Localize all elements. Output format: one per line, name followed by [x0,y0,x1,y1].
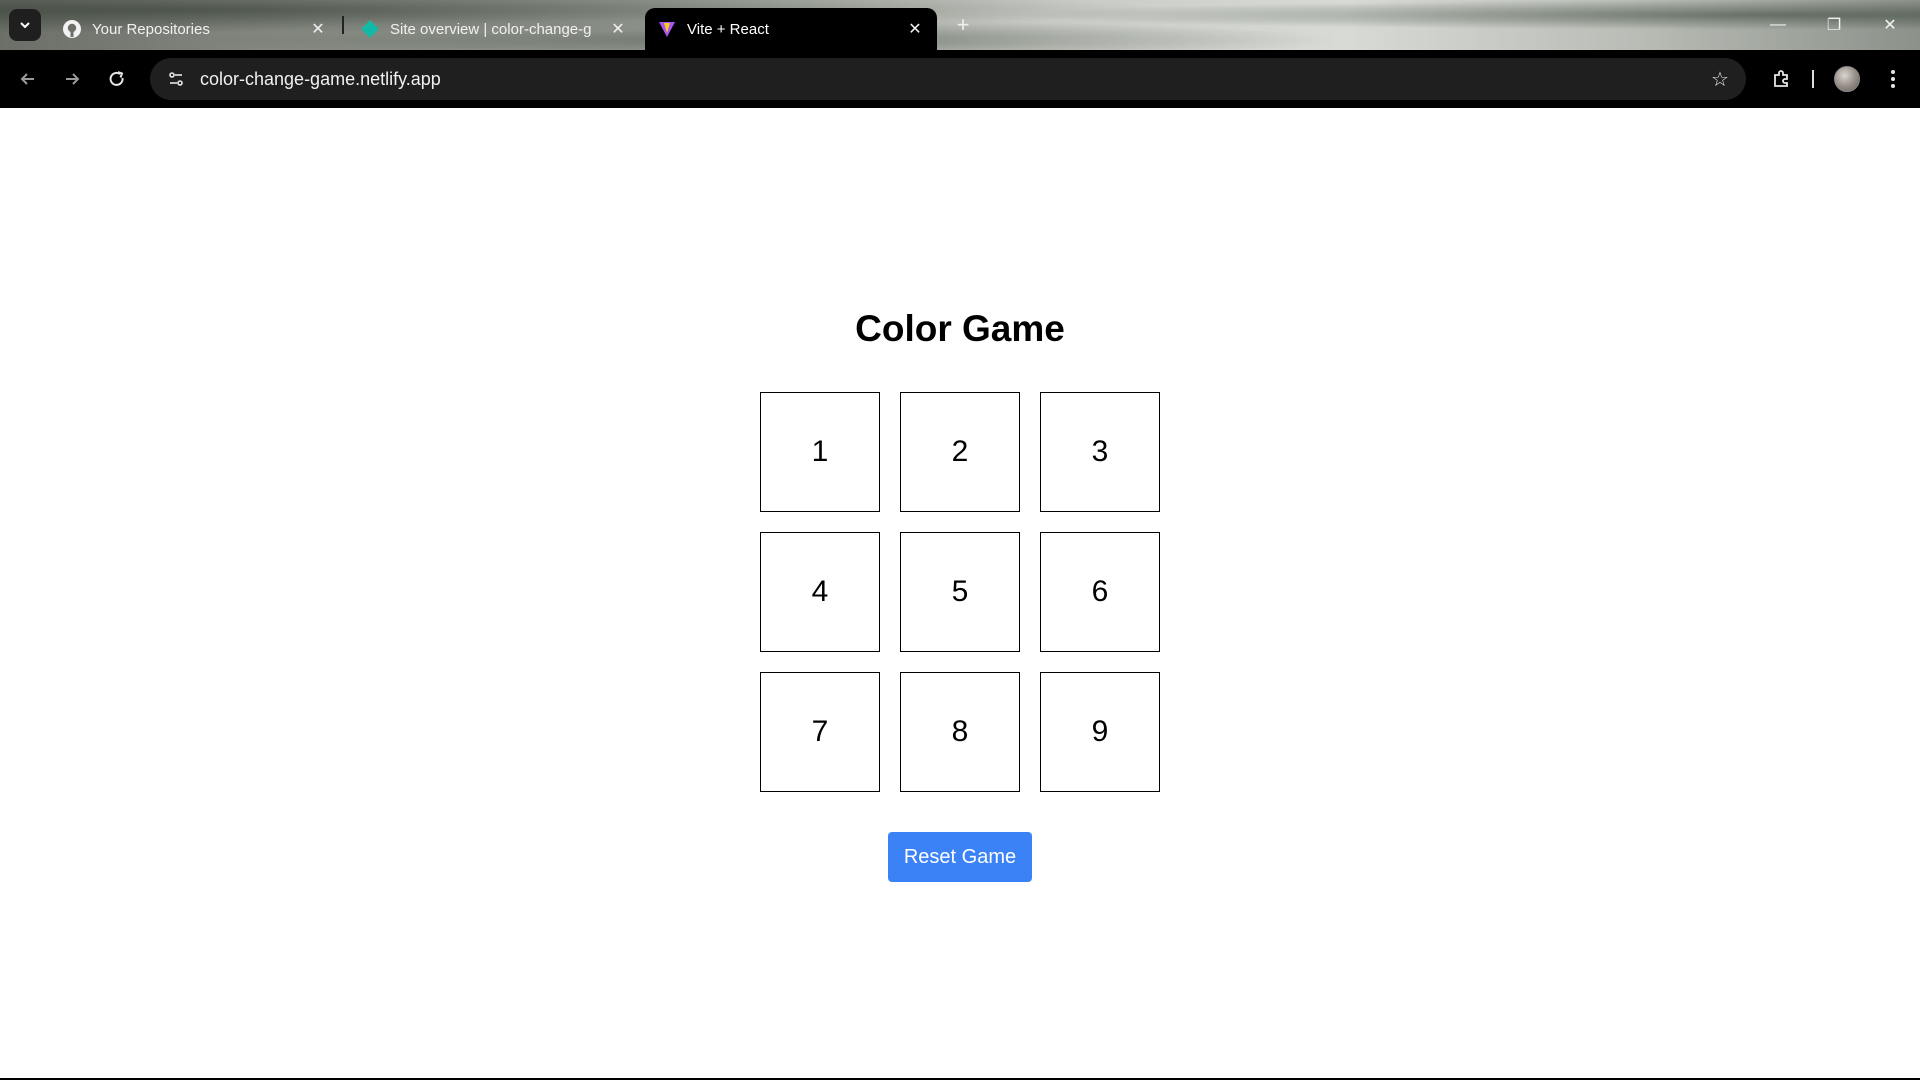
grid-cell-1[interactable]: 1 [760,392,880,512]
github-icon [62,19,82,39]
new-tab-button[interactable]: + [950,12,976,38]
tab-your-repositories[interactable]: Your Repositories ✕ [50,8,340,50]
bookmark-star-icon[interactable]: ☆ [1700,58,1740,100]
tab-title: Your Repositories [92,20,210,38]
grid-cell-8[interactable]: 8 [900,672,1020,792]
menu-button[interactable] [1876,63,1910,95]
address-bar[interactable]: color-change-game.netlify.app ☆ [150,58,1746,100]
grid-cell-2[interactable]: 2 [900,392,1020,512]
profile-avatar-button[interactable] [1830,63,1864,95]
vite-icon [657,19,677,39]
page-title: Color Game [855,308,1065,349]
minimize-icon[interactable]: — [1758,10,1798,40]
maximize-icon[interactable]: ❐ [1814,10,1854,40]
avatar [1834,66,1860,92]
grid-cell-5[interactable]: 5 [900,532,1020,652]
back-arrow-icon [20,73,34,85]
game-grid: 1 2 3 4 5 6 7 8 9 [760,392,1160,792]
grid-cell-6[interactable]: 6 [1040,532,1160,652]
tab-title: Vite + React [687,20,769,38]
close-icon[interactable]: ✕ [608,19,628,39]
forward-button[interactable] [56,63,88,95]
tab-strip: Your Repositories ✕ Site overview | colo… [0,0,1920,50]
tab-search-button[interactable] [9,9,41,41]
browser-toolbar: color-change-game.netlify.app ☆ [0,50,1920,108]
reload-button[interactable] [101,63,133,95]
close-icon[interactable]: ✕ [308,19,328,39]
tab-title: Site overview | color-change-g [390,20,592,38]
grid-cell-3[interactable]: 3 [1040,392,1160,512]
url-text[interactable]: color-change-game.netlify.app [200,69,1700,90]
kebab-menu-icon [1891,70,1895,88]
tab-site-overview[interactable]: Site overview | color-change-g ✕ [348,8,640,50]
page-content: Color Game 1 2 3 4 5 6 7 8 9 Reset Game [0,108,1920,1078]
tab-vite-react[interactable]: Vite + React ✕ [645,8,937,50]
grid-cell-9[interactable]: 9 [1040,672,1160,792]
tab-separator [342,16,344,34]
toolbar-divider [1812,70,1814,88]
site-info-icon[interactable] [156,58,196,100]
netlify-icon [360,19,380,39]
forward-arrow-icon [66,73,80,85]
back-button[interactable] [12,63,44,95]
grid-cell-7[interactable]: 7 [760,672,880,792]
reset-game-button[interactable]: Reset Game [888,832,1032,882]
puzzle-icon [1774,70,1788,87]
extensions-button[interactable] [1764,63,1798,95]
chevron-down-icon [20,22,30,29]
close-icon[interactable]: ✕ [905,19,925,39]
close-window-icon[interactable]: ✕ [1870,10,1910,40]
grid-cell-4[interactable]: 4 [760,532,880,652]
reload-icon [109,71,124,86]
